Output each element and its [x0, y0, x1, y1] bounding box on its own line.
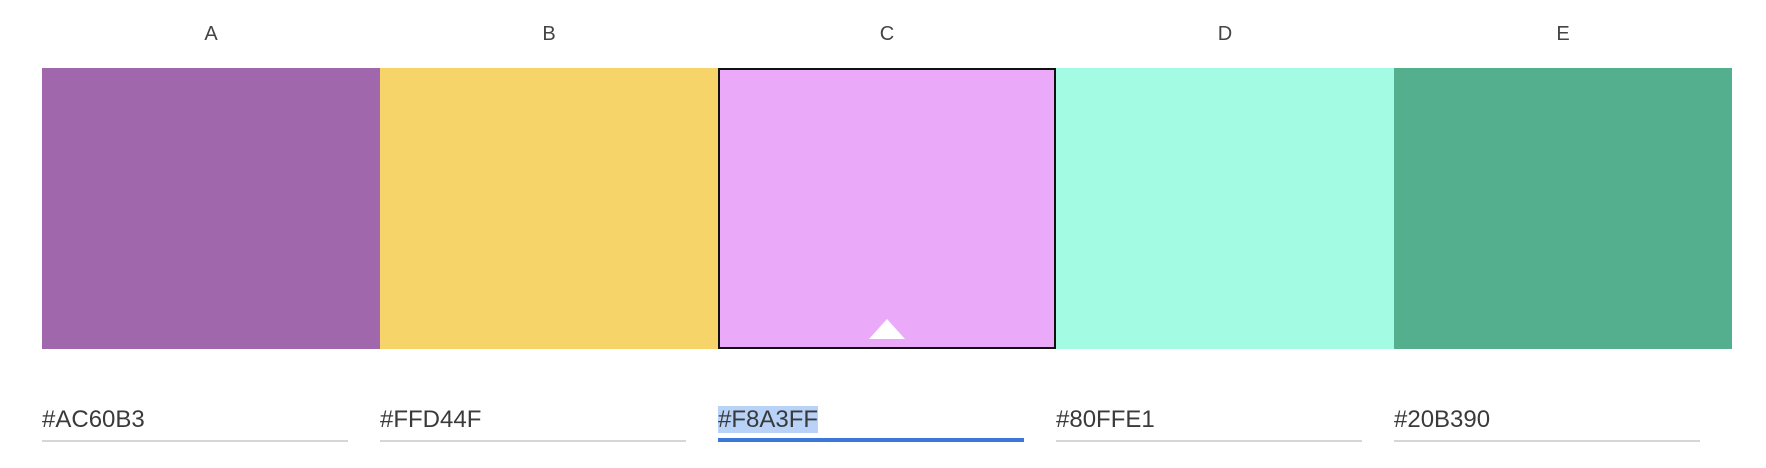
- hex-value-e: #20B390: [1394, 406, 1491, 433]
- color-swatch-a[interactable]: [42, 68, 380, 349]
- color-swatch-b[interactable]: [380, 68, 718, 349]
- hex-input-a[interactable]: #AC60B3: [42, 400, 348, 442]
- color-swatch-c[interactable]: [718, 68, 1056, 349]
- hex-input-c[interactable]: #F8A3FF: [718, 400, 1024, 442]
- selection-caret-icon: [869, 319, 905, 339]
- color-swatch-e[interactable]: [1394, 68, 1732, 349]
- hex-input-b[interactable]: #FFD44F: [380, 400, 686, 442]
- color-swatch-d[interactable]: [1056, 68, 1394, 349]
- column-header-c: C: [879, 23, 895, 45]
- color-swatch-row: [42, 68, 1732, 349]
- hex-field-row: #AC60B3 #FFD44F #F8A3FF #80FFE1 #20B390: [42, 400, 1732, 450]
- hex-value-d: #80FFE1: [1056, 406, 1155, 433]
- hex-input-d[interactable]: #80FFE1: [1056, 400, 1362, 442]
- hex-value-a: #AC60B3: [42, 406, 145, 433]
- hex-input-e[interactable]: #20B390: [1394, 400, 1700, 442]
- hex-value-b: #FFD44F: [380, 406, 482, 433]
- column-header-d: D: [1217, 23, 1233, 45]
- column-headers: A B C D E: [42, 16, 1732, 52]
- column-header-b: B: [542, 23, 556, 45]
- column-header-e: E: [1556, 23, 1570, 45]
- column-header-a: A: [204, 23, 218, 45]
- hex-value-c: #F8A3FF: [718, 406, 819, 433]
